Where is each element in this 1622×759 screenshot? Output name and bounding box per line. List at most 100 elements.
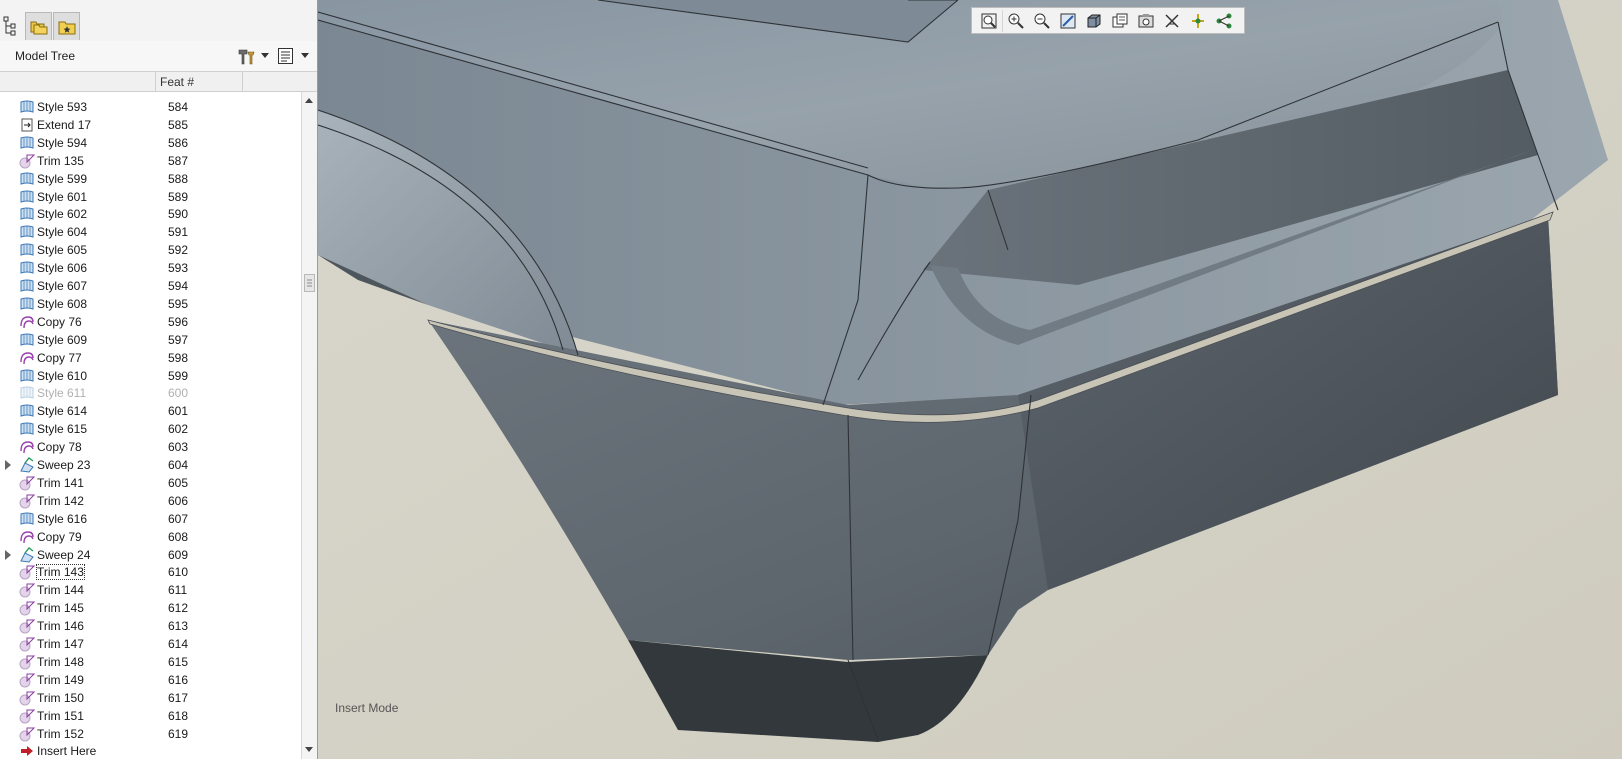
insert-here-marker[interactable]: Insert Here xyxy=(0,742,302,759)
tree-row[interactable]: Trim 147 614 xyxy=(0,635,302,653)
spin-center-button[interactable] xyxy=(1185,10,1211,32)
extend-icon xyxy=(21,118,33,132)
tree-row[interactable]: Style 610 599 xyxy=(0,367,302,385)
insert-arrow-icon xyxy=(21,746,33,757)
show-options-button[interactable] xyxy=(277,46,309,66)
tree-row[interactable]: Style 593 584 xyxy=(0,98,302,116)
view-manager-button[interactable] xyxy=(1133,10,1159,32)
tree-row[interactable]: Trim 146 613 xyxy=(0,617,302,635)
tree-row[interactable]: Sweep 24 609 xyxy=(0,546,302,564)
feature-name: Sweep 23 xyxy=(37,458,91,472)
feature-name: Style 606 xyxy=(37,261,88,276)
column-header: Feat # xyxy=(0,72,317,92)
tree-row[interactable]: Trim 141 605 xyxy=(0,474,302,492)
feature-name: Trim 150 xyxy=(37,690,84,705)
feature-name: Trim 146 xyxy=(37,619,84,634)
tree-settings-button[interactable] xyxy=(236,46,269,66)
tree-row[interactable]: Trim 143 610 xyxy=(0,563,302,581)
folders-icon xyxy=(30,21,47,34)
tree-row[interactable]: Copy 76 596 xyxy=(0,313,302,331)
tab-favorites[interactable] xyxy=(53,12,80,40)
trim-icon xyxy=(19,619,35,634)
column-divider[interactable] xyxy=(242,72,243,91)
tree-row[interactable]: Style 602 590 xyxy=(0,205,302,223)
column-feat-number[interactable]: Feat # xyxy=(160,75,194,89)
scroll-up-arrow[interactable] xyxy=(305,98,313,103)
tree-row[interactable]: Style 608 595 xyxy=(0,295,302,313)
tree-row[interactable]: Style 615 602 xyxy=(0,420,302,438)
tree-row[interactable]: Extend 17 585 xyxy=(0,116,302,134)
style-surface-icon xyxy=(20,172,34,185)
view-toolbar xyxy=(971,7,1245,34)
tree-row[interactable]: Trim 150 617 xyxy=(0,689,302,707)
insert-mode-label: Insert Mode xyxy=(335,701,399,715)
zoom-in-button[interactable] xyxy=(1003,10,1029,32)
repaint-button[interactable] xyxy=(1055,10,1081,32)
copy-icon xyxy=(20,316,34,328)
tree-row[interactable]: Style 605 592 xyxy=(0,241,302,259)
annotation-display-button[interactable] xyxy=(1211,10,1237,32)
feature-number: 619 xyxy=(168,726,189,741)
tree-row[interactable]: Style 607 594 xyxy=(0,277,302,295)
tree-row[interactable]: Style 604 591 xyxy=(0,223,302,241)
feature-name: Style 615 xyxy=(37,422,88,437)
tree-row[interactable]: Trim 149 616 xyxy=(0,671,302,689)
feature-name: Sweep 24 xyxy=(37,547,91,562)
scroll-thumb[interactable] xyxy=(304,274,315,292)
feature-number: 590 xyxy=(168,207,189,222)
tree-row[interactable]: Style 611 600 xyxy=(0,384,302,402)
sweep-icon xyxy=(20,457,34,473)
tree-row[interactable]: Trim 144 611 xyxy=(0,581,302,599)
scroll-down-arrow[interactable] xyxy=(305,747,313,752)
tree-row[interactable]: Style 614 601 xyxy=(0,402,302,420)
feature-number: 599 xyxy=(168,368,189,383)
spin-center-icon xyxy=(1192,13,1204,28)
feature-number: 616 xyxy=(168,672,189,687)
feature-name: Style 611 xyxy=(37,386,87,401)
display-style-button[interactable] xyxy=(1081,10,1107,32)
tab-folder-browser[interactable] xyxy=(25,12,52,40)
annotation-display-icon xyxy=(1216,13,1232,28)
tree-row[interactable]: Style 594 586 xyxy=(0,134,302,152)
feature-name: Copy 79 xyxy=(37,529,82,544)
saved-views-button[interactable] xyxy=(1107,10,1133,32)
tree-row[interactable]: Copy 78 603 xyxy=(0,438,302,456)
tree-row[interactable]: Trim 142 606 xyxy=(0,492,302,510)
trim-icon xyxy=(19,727,35,741)
tree-row[interactable]: Style 616 607 xyxy=(0,510,302,528)
refit-button[interactable] xyxy=(976,9,1003,32)
tree-row[interactable]: Style 609 597 xyxy=(0,331,302,349)
trim-icon xyxy=(19,601,35,616)
trim-icon xyxy=(19,709,35,724)
expand-triangle-icon[interactable] xyxy=(5,549,11,560)
feature-number: 593 xyxy=(168,261,189,276)
style-surface-icon xyxy=(20,243,34,256)
tree-row[interactable]: Copy 77 598 xyxy=(0,349,302,367)
model-tree-title: Model Tree xyxy=(15,49,76,63)
datum-display-button[interactable] xyxy=(1159,10,1185,32)
zoom-out-button[interactable] xyxy=(1029,10,1055,32)
graphics-window[interactable]: Insert Mode xyxy=(318,0,1622,759)
model-tree-header: Model Tree xyxy=(0,41,317,72)
feature-name: Style 604 xyxy=(37,225,88,240)
tree-row[interactable]: Style 606 593 xyxy=(0,259,302,277)
feature-name: Copy 78 xyxy=(37,440,82,455)
feature-number: 617 xyxy=(168,690,189,705)
tree-row[interactable]: Style 599 588 xyxy=(0,170,302,188)
tree-row[interactable]: Trim 152 619 xyxy=(0,725,302,743)
expand-triangle-icon[interactable] xyxy=(5,460,11,470)
style-surface-icon xyxy=(20,333,34,346)
feature-number: 601 xyxy=(168,404,189,419)
tree-row[interactable]: Sweep 23 604 xyxy=(0,456,302,474)
tree-row[interactable]: Trim 151 618 xyxy=(0,707,302,725)
style-surface-icon xyxy=(20,100,34,113)
tab-model-tree[interactable] xyxy=(0,12,22,40)
tree-row[interactable]: Trim 145 612 xyxy=(0,599,302,617)
tree-row[interactable]: Copy 79 608 xyxy=(0,528,302,546)
tree-row[interactable]: Trim 135 587 xyxy=(0,152,302,170)
tree-row[interactable]: Trim 148 615 xyxy=(0,653,302,671)
tree-scrollbar[interactable] xyxy=(301,92,317,759)
column-divider[interactable] xyxy=(155,72,156,91)
tree-row[interactable]: Style 601 589 xyxy=(0,188,302,206)
zoom-in-icon xyxy=(1008,13,1024,29)
